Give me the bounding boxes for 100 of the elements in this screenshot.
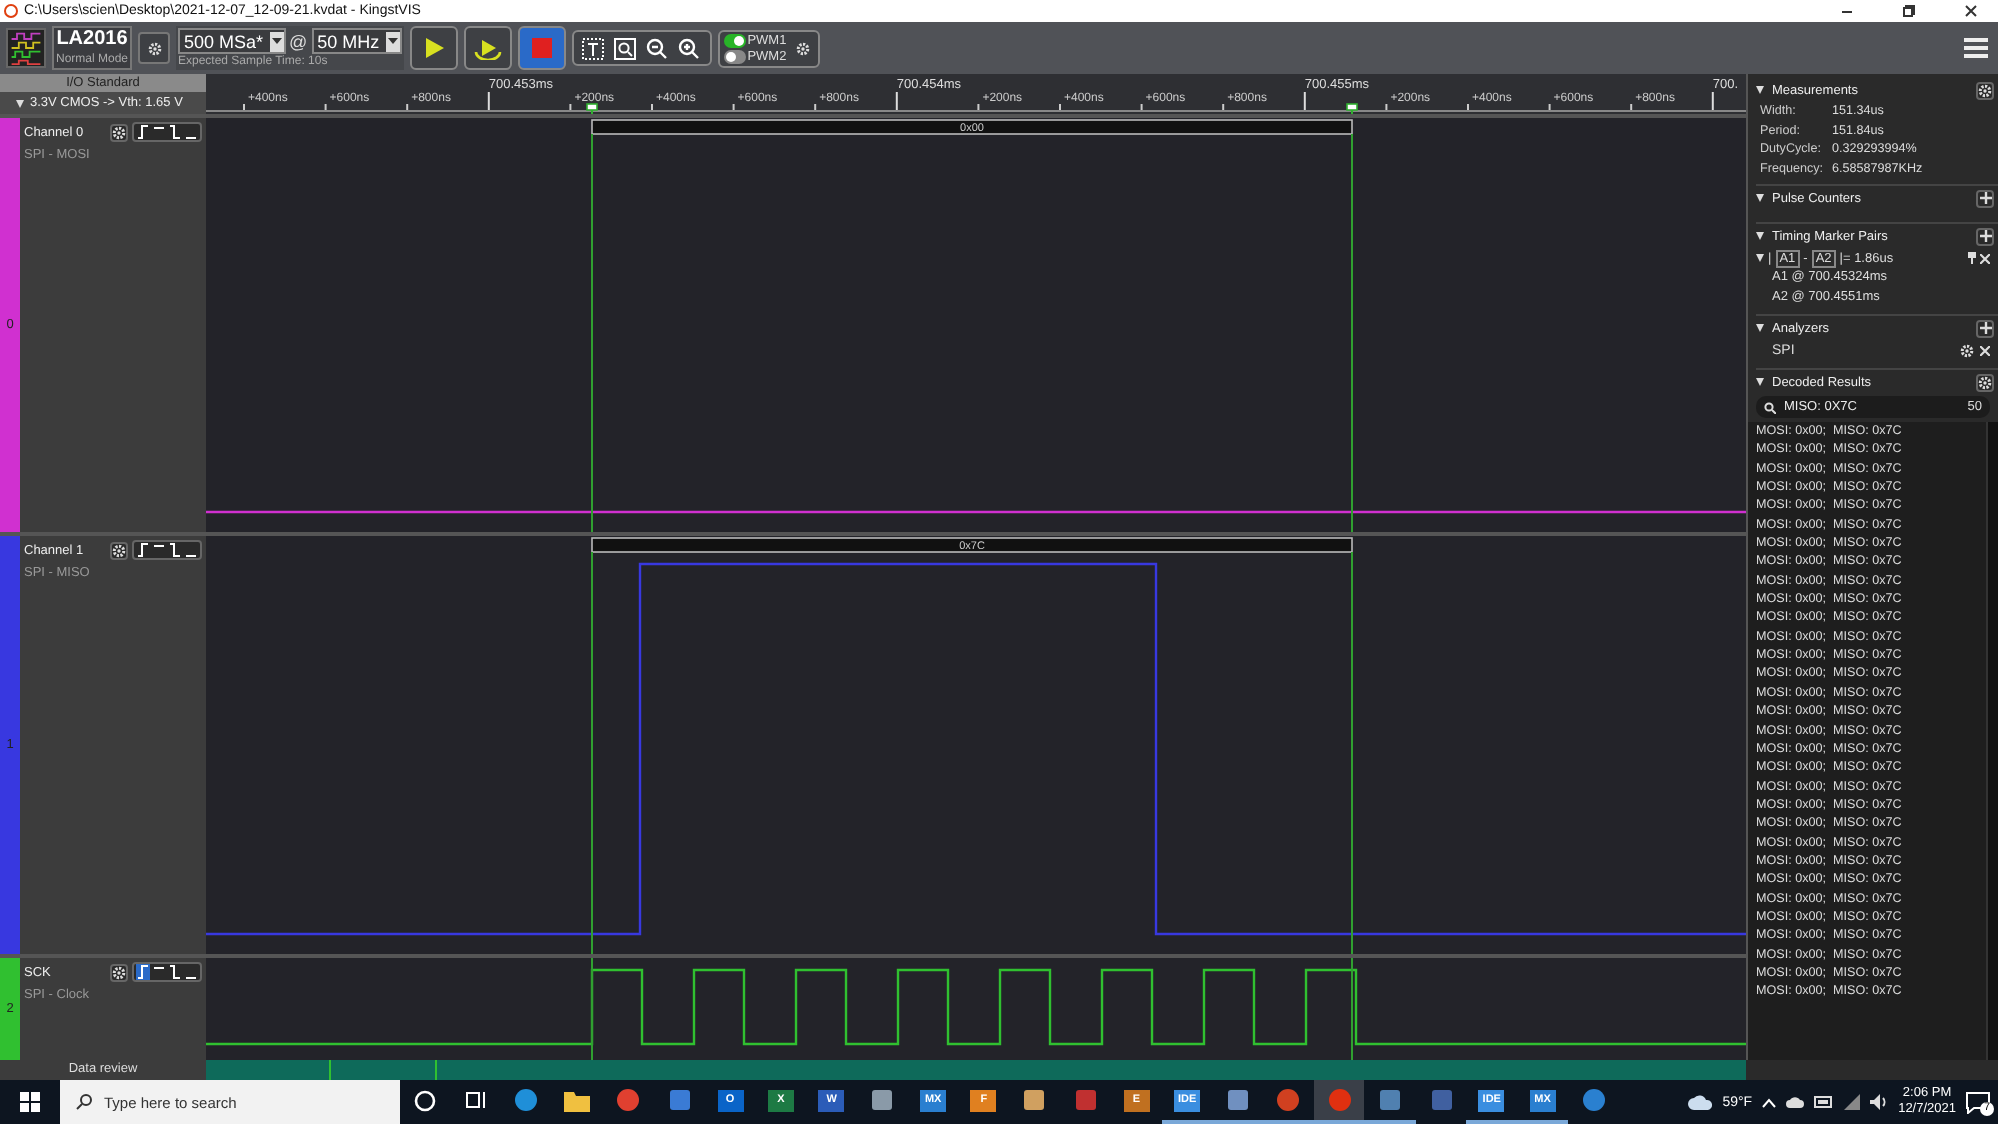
analyzer-settings-icon bbox=[1960, 344, 1974, 358]
restore-icon bbox=[1901, 4, 1915, 18]
rising-edge-trigger-button[interactable] bbox=[136, 124, 150, 140]
add-button[interactable] bbox=[1976, 227, 1994, 245]
zoom-in-button[interactable] bbox=[677, 36, 702, 60]
gear-icon bbox=[112, 543, 126, 557]
repeat-start-button[interactable] bbox=[463, 26, 512, 70]
repeat-play-icon bbox=[471, 36, 504, 60]
speaker-icon[interactable] bbox=[1870, 1094, 1889, 1110]
pwm-toggle[interactable] bbox=[723, 49, 746, 63]
zoom-out-icon bbox=[646, 37, 669, 59]
ruler-minor-tick bbox=[1222, 103, 1225, 111]
marker-flag-icon[interactable] bbox=[586, 103, 598, 114]
close-icon[interactable] bbox=[1980, 253, 1990, 263]
ruler-minor-tick bbox=[651, 103, 653, 111]
logic-analyzer-logo-icon bbox=[6, 28, 46, 68]
ruler-minor-tick bbox=[1467, 103, 1469, 111]
play-icon bbox=[421, 36, 446, 60]
trigger-button[interactable] bbox=[168, 542, 182, 558]
zoom-fit-button[interactable] bbox=[613, 36, 638, 60]
ruler-minor-tick bbox=[1059, 103, 1061, 111]
trigger-button[interactable] bbox=[168, 964, 182, 980]
cloud-icon bbox=[1688, 1094, 1713, 1110]
ruler-major-tick bbox=[1711, 91, 1714, 111]
rising-edge-icon bbox=[136, 542, 150, 558]
ruler-minor-tick bbox=[1385, 103, 1388, 111]
ruler-minor-tick bbox=[569, 103, 572, 111]
results-settings-button[interactable] bbox=[1976, 373, 1994, 391]
trigger-button[interactable] bbox=[168, 124, 182, 140]
collapse-arrow-icon[interactable] bbox=[1756, 86, 1764, 94]
rising-edge-icon bbox=[136, 964, 150, 980]
caret-down-icon bbox=[271, 38, 282, 44]
battery-icon[interactable] bbox=[1814, 1096, 1835, 1108]
ruler-minor-tick bbox=[1140, 103, 1143, 111]
stop-icon bbox=[531, 38, 552, 58]
gear-icon bbox=[147, 41, 161, 55]
collapse-arrow-icon[interactable] bbox=[1756, 194, 1764, 202]
text-icon bbox=[582, 37, 605, 59]
ruler-major-tick bbox=[895, 91, 898, 111]
device-settings-button[interactable] bbox=[138, 32, 170, 64]
menu-button[interactable] bbox=[1962, 34, 1990, 62]
at-sign: @ bbox=[289, 31, 308, 51]
start-button[interactable] bbox=[409, 26, 458, 70]
ruler-minor-tick bbox=[977, 103, 980, 111]
device-name: LA2016 bbox=[56, 28, 128, 52]
channel-settings-button[interactable] bbox=[110, 541, 128, 559]
zoom-out-button[interactable] bbox=[645, 36, 670, 60]
ruler-minor-tick bbox=[732, 103, 735, 111]
falling-edge-icon bbox=[168, 542, 182, 558]
ruler-minor-tick bbox=[406, 103, 409, 111]
collapse-arrow-icon[interactable] bbox=[1756, 232, 1764, 240]
marker-line bbox=[1351, 958, 1353, 1060]
rising-edge-trigger-button[interactable] bbox=[136, 542, 150, 558]
gear-icon bbox=[112, 965, 126, 979]
network-icon[interactable] bbox=[1844, 1094, 1861, 1110]
search-icon bbox=[76, 1094, 92, 1110]
gear-icon bbox=[795, 41, 810, 55]
ruler-minor-tick bbox=[1630, 103, 1633, 111]
falling-edge-icon bbox=[168, 964, 182, 980]
collapse-arrow-icon[interactable] bbox=[1756, 254, 1764, 262]
gear-icon bbox=[1978, 375, 1992, 389]
channel-settings-button[interactable] bbox=[110, 123, 128, 141]
plus-icon bbox=[1979, 322, 1991, 334]
ruler-minor-tick bbox=[243, 103, 245, 111]
rising-edge-icon bbox=[136, 124, 150, 140]
ruler-major-tick bbox=[1303, 91, 1306, 111]
ruler-minor-tick bbox=[324, 103, 327, 111]
text-tool-button[interactable] bbox=[581, 36, 606, 60]
ruler-minor-tick bbox=[1548, 103, 1551, 111]
close-icon[interactable] bbox=[1980, 346, 1990, 356]
plus-icon bbox=[1979, 230, 1991, 242]
channel-settings-button[interactable] bbox=[110, 963, 128, 981]
measurements-settings-button[interactable] bbox=[1976, 81, 1994, 99]
pin-icon[interactable] bbox=[1968, 252, 1976, 264]
windows-icon bbox=[20, 1092, 40, 1112]
circle-icon bbox=[414, 1089, 437, 1111]
gear-icon bbox=[112, 125, 126, 139]
zoom-in-icon bbox=[678, 37, 701, 59]
collapse-arrow-icon[interactable] bbox=[1756, 378, 1764, 386]
marker-flag-icon[interactable] bbox=[1346, 103, 1358, 114]
gear-icon bbox=[1978, 83, 1992, 97]
marker-line bbox=[591, 958, 593, 1060]
sample-rate-dropdown[interactable]: 50 MHz bbox=[311, 28, 402, 54]
caret-down-icon bbox=[387, 38, 398, 44]
add-button[interactable] bbox=[1976, 189, 1994, 207]
add-button[interactable] bbox=[1976, 319, 1994, 337]
ruler-minor-tick bbox=[814, 103, 817, 111]
task-view-icon bbox=[465, 1090, 488, 1110]
cloud-icon[interactable] bbox=[1786, 1096, 1805, 1108]
menu-icon bbox=[1962, 34, 1990, 62]
search-icon bbox=[1764, 401, 1776, 413]
close-icon bbox=[1963, 4, 1977, 18]
pwm-toggle[interactable] bbox=[723, 33, 746, 47]
falling-edge-icon bbox=[168, 124, 182, 140]
app-icon bbox=[4, 4, 18, 18]
ruler-major-tick bbox=[487, 91, 490, 111]
collapse-arrow-icon[interactable] bbox=[1756, 324, 1764, 332]
caret-up-icon[interactable] bbox=[1762, 1097, 1777, 1107]
scrollbar[interactable] bbox=[1986, 422, 1998, 1060]
sample-depth-dropdown[interactable]: 500 MSa* bbox=[178, 28, 286, 54]
